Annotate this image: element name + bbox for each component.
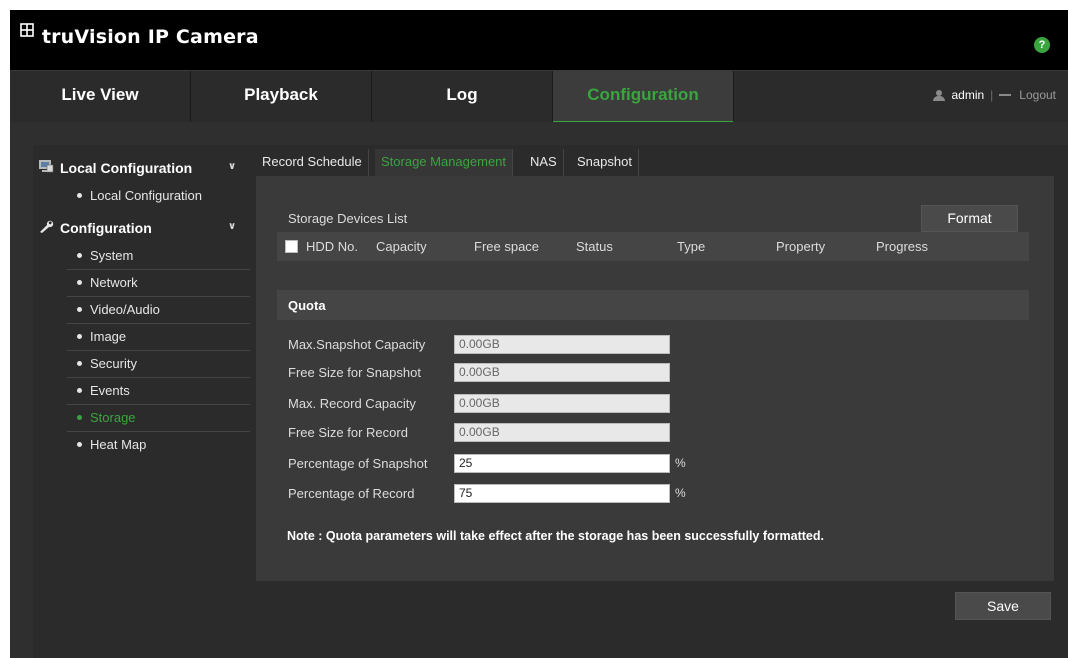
monitor-icon xyxy=(39,160,54,173)
nav-tab-playback[interactable]: Playback xyxy=(191,71,372,123)
sidebar-item-security[interactable]: Security xyxy=(67,351,250,378)
nav-tab-log[interactable]: Log xyxy=(372,71,553,123)
field-label: Free Size for Snapshot xyxy=(288,365,421,380)
column-header: Capacity xyxy=(376,239,427,254)
bullet-icon xyxy=(77,334,82,340)
storage-devices-table-header: HDD No. Capacity Free space Status Type … xyxy=(277,232,1029,261)
column-header: Progress xyxy=(876,239,929,254)
tab-storage-management[interactable]: Storage Management xyxy=(375,149,514,176)
nav-tab-configuration[interactable]: Configuration xyxy=(553,71,734,123)
username: admin xyxy=(951,88,985,102)
bullet-icon xyxy=(77,388,82,394)
user-icon xyxy=(933,89,946,101)
sidebar-group-label: Local Configuration xyxy=(60,160,193,176)
sidebar: Local Configuration ∨ Local Configuratio… xyxy=(33,145,250,658)
sidebar-item-label: Storage xyxy=(90,410,136,425)
sidebar-item-label: Video/Audio xyxy=(90,302,160,317)
field-label: Percentage of Snapshot xyxy=(288,456,428,471)
nav-tab-live-view[interactable]: Live View xyxy=(10,71,191,123)
sidebar-item-label: System xyxy=(90,248,134,263)
max-record-capacity-field: 0.00GB xyxy=(454,394,670,413)
logout-icon xyxy=(999,94,1012,96)
percentage-record-input[interactable]: 75 xyxy=(454,484,670,503)
bullet-icon xyxy=(77,193,82,199)
column-header: Free space xyxy=(474,239,540,254)
nav-separator: | xyxy=(990,88,994,102)
chevron-down-icon: ∨ xyxy=(228,161,237,172)
field-label: Free Size for Record xyxy=(288,425,408,440)
logout-link[interactable]: Logout xyxy=(1019,88,1056,102)
sidebar-item-heat-map[interactable]: Heat Map xyxy=(67,432,250,459)
sidebar-item-label: Heat Map xyxy=(90,437,147,452)
percent-unit: % xyxy=(675,456,686,470)
column-header: HDD No. xyxy=(306,239,359,254)
truvision-logo-icon xyxy=(20,18,41,40)
sidebar-item-system[interactable]: System xyxy=(67,243,250,270)
sidebar-item-label: Security xyxy=(90,356,137,371)
sidebar-item-label: Local Configuration xyxy=(90,188,203,203)
sidebar-item-label: Image xyxy=(90,329,127,344)
format-button[interactable]: Format xyxy=(921,205,1018,232)
save-button[interactable]: Save xyxy=(955,592,1051,620)
quota-section-header: Quota xyxy=(277,290,1029,320)
sidebar-group-label: Configuration xyxy=(60,220,152,236)
field-label: Max.Snapshot Capacity xyxy=(288,337,426,352)
tab-snapshot[interactable]: Snapshot xyxy=(571,149,639,176)
sub-tabs: Record Schedule Storage Management NAS S… xyxy=(250,145,1068,176)
bullet-icon xyxy=(77,361,82,367)
sidebar-item-events[interactable]: Events xyxy=(67,378,250,405)
sidebar-group-configuration[interactable]: Configuration ∨ xyxy=(33,209,250,243)
free-size-record-field: 0.00GB xyxy=(454,423,670,442)
app-logo: truVision IP Camera xyxy=(20,22,259,48)
tab-record-schedule[interactable]: Record Schedule xyxy=(256,149,369,176)
sidebar-item-label: Network xyxy=(90,275,138,290)
top-header: truVision IP Camera ? xyxy=(10,10,1068,70)
bullet-icon xyxy=(77,307,82,313)
percentage-snapshot-input[interactable]: 25 xyxy=(454,454,670,473)
bullet-icon xyxy=(77,253,82,259)
bullet-icon xyxy=(77,415,82,421)
app-title: truVision IP Camera xyxy=(41,26,259,48)
sidebar-item-image[interactable]: Image xyxy=(67,324,250,351)
max-snapshot-capacity-field: 0.00GB xyxy=(454,335,670,354)
tab-nas[interactable]: NAS xyxy=(524,149,564,176)
column-header: Property xyxy=(776,239,826,254)
storage-devices-title: Storage Devices List xyxy=(288,211,408,226)
storage-management-panel: Storage Devices List Format HDD No. Capa… xyxy=(256,176,1054,581)
column-header: Type xyxy=(677,239,706,254)
sidebar-item-video-audio[interactable]: Video/Audio xyxy=(67,297,250,324)
sidebar-item-label: Events xyxy=(90,383,130,398)
sidebar-item-network[interactable]: Network xyxy=(67,270,250,297)
column-header: Status xyxy=(576,239,613,254)
field-label: Percentage of Record xyxy=(288,486,415,501)
user-area: admin | Logout xyxy=(933,88,1056,102)
main-nav: Live View Playback Log Configuration adm… xyxy=(10,70,1068,123)
quota-title: Quota xyxy=(288,298,326,313)
field-label: Max. Record Capacity xyxy=(288,396,416,411)
wrench-icon xyxy=(40,220,54,233)
sidebar-item-storage[interactable]: Storage xyxy=(67,405,250,432)
sidebar-item-local-configuration[interactable]: Local Configuration xyxy=(67,183,250,210)
bullet-icon xyxy=(77,280,82,286)
content-area: Record Schedule Storage Management NAS S… xyxy=(250,145,1068,658)
percent-unit: % xyxy=(675,486,686,500)
select-all-checkbox[interactable] xyxy=(285,240,298,253)
sidebar-group-local-configuration[interactable]: Local Configuration ∨ xyxy=(33,149,250,183)
bullet-icon xyxy=(77,442,82,448)
chevron-down-icon: ∨ xyxy=(228,221,237,232)
quota-note: Note : Quota parameters will take effect… xyxy=(287,529,824,543)
help-icon[interactable]: ? xyxy=(1034,37,1050,53)
free-size-snapshot-field: 0.00GB xyxy=(454,363,670,382)
